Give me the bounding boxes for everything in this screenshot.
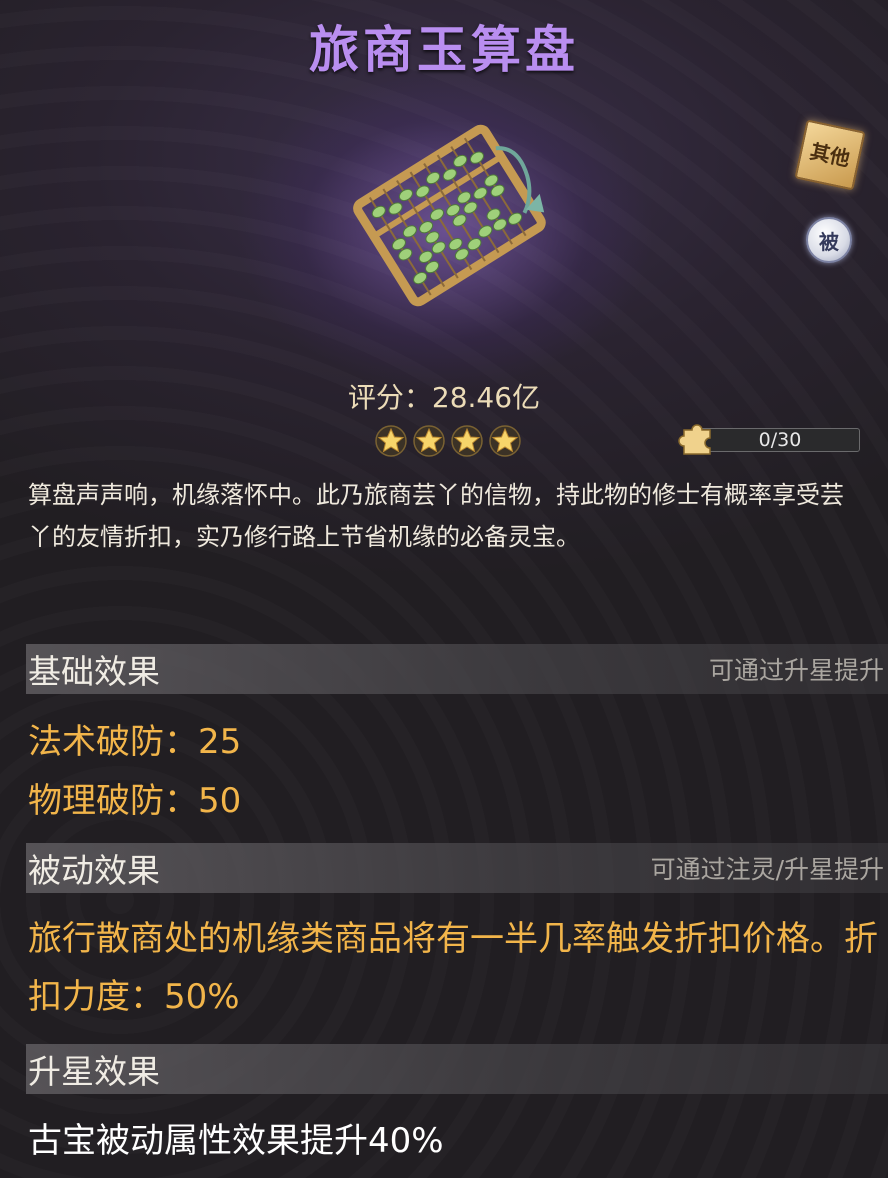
star-icon: [489, 425, 521, 457]
fragment-progress-text: 0/30: [758, 429, 802, 451]
passive-effects-hint: 可通过注灵/升星提升: [650, 855, 884, 884]
puzzle-fragment-icon: [678, 424, 711, 455]
tag-other-badge[interactable]: 其他: [794, 119, 866, 191]
stat-magic-penetration: 法术破防：25: [28, 722, 242, 762]
abacus-icon: [353, 124, 546, 307]
star-icon: [413, 425, 445, 457]
star-rating: [374, 424, 522, 458]
star-icon: [451, 425, 483, 457]
item-score: 评分：28.46亿: [347, 381, 541, 414]
passive-effects-header: 被动效果 可通过注灵/升星提升: [26, 843, 888, 893]
upgrade-effect-text: 古宝被动属性效果提升40%: [28, 1121, 444, 1161]
item-tags: 其他 被: [794, 119, 866, 263]
item-description: 算盘声声响，机缘落怀中。此乃旅商芸丫的信物，持此物的修士有概率享受芸丫的友情折扣…: [28, 481, 844, 551]
upgrade-effects-header: 升星效果: [26, 1044, 888, 1094]
passive-effect-text: 旅行散商处的机缘类商品将有一半几率触发折扣价格。折扣力度：50%: [28, 919, 878, 1017]
item-title: 旅商玉算盘: [309, 21, 579, 79]
stat-physical-penetration: 物理破防：50: [28, 781, 242, 821]
basic-effects-header: 基础效果 可通过升星提升: [26, 644, 888, 694]
star-icon: [375, 425, 407, 457]
basic-effects-hint: 可通过升星提升: [708, 656, 884, 685]
fragment-progress: 0/30: [678, 420, 862, 456]
passive-effects-title: 被动效果: [28, 851, 160, 890]
basic-effects-title: 基础效果: [28, 652, 160, 691]
upgrade-effects-title: 升星效果: [28, 1052, 160, 1091]
fragment-progress-bar: 0/30: [700, 428, 860, 452]
tag-passive-badge[interactable]: 被: [806, 217, 852, 263]
